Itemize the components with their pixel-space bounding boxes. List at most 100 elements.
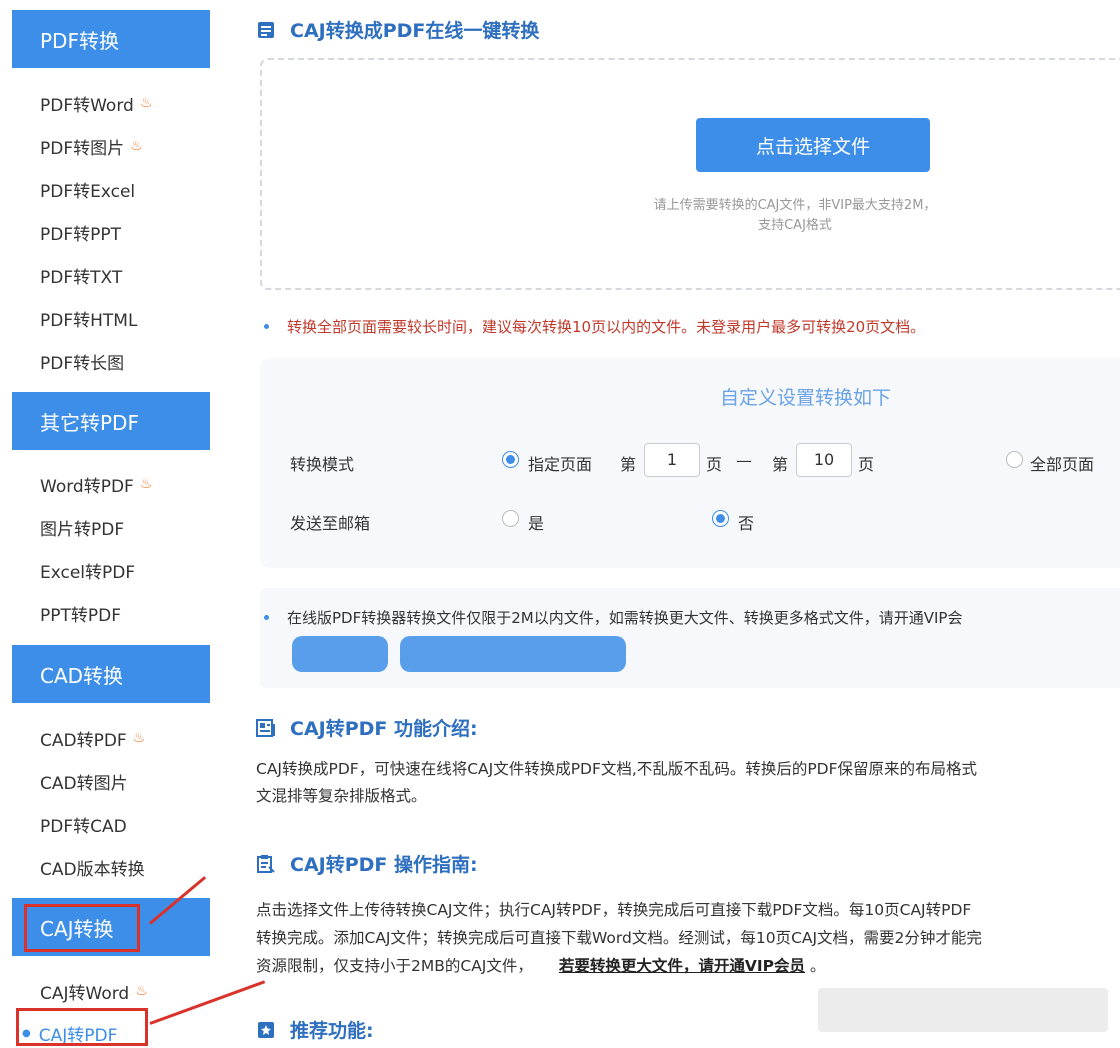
category-label: PDF转换 [40, 28, 119, 53]
sidebar-item-pdf-to-excel[interactable]: PDF转Excel [40, 176, 135, 202]
sidebar-item-ppt-to-pdf[interactable]: PPT转PDF [40, 600, 121, 626]
notice-text: 转换全部页面需要较长时间，建议每次转换10页以内的文件。未登录用户最多可转换20… [287, 318, 926, 336]
sidebar-item-pdf-to-html[interactable]: PDF转HTML [40, 305, 137, 331]
sidebar-item-label: Word转PDF [40, 476, 134, 497]
category-label: CAD转换 [40, 663, 124, 688]
sidebar-item-cad-version[interactable]: CAD版本转换 [40, 854, 145, 880]
category-label: 其它转PDF [40, 410, 139, 435]
fire-icon: ♨ [139, 95, 153, 111]
radio-all-pages[interactable] [1006, 451, 1023, 468]
recommend-title: 推荐功能: [256, 1016, 374, 1043]
sidebar-item-cad-to-image[interactable]: CAD转图片 [40, 768, 128, 794]
select-file-button[interactable]: 点击选择文件 [696, 118, 930, 172]
guide-text-line3: 资源限制，仅支持小于2MB的CAJ文件， 若要转换更大文件，请开通VIP会员 。 [256, 953, 1120, 980]
intro-text-line2: 文混排等复杂排版格式。 [256, 787, 427, 805]
sidebar-item-pdf-to-word[interactable]: PDF转Word ♨ [40, 90, 152, 116]
page-prefix: 第 [772, 455, 789, 474]
fire-icon: ♨ [132, 730, 146, 746]
notice-size-limit: 在线版PDF转换器转换文件仅限于2M以内文件，如需转换更大文件、转换更多格式文件… [264, 607, 962, 628]
page-suffix: 页 [706, 455, 723, 474]
radio-specified-label: 指定页面 [528, 455, 593, 474]
sidebar-item-label: PDF转TXT [40, 267, 123, 288]
sidebar-item-pdf-to-image[interactable]: PDF转图片 ♨ [40, 133, 143, 159]
star-bookmark-icon [256, 1020, 276, 1040]
blurred-area [818, 988, 1108, 1032]
sidebar-item-label: Excel转PDF [40, 562, 136, 583]
sidebar-item-label: PDF转CAD [40, 816, 127, 837]
from-page-input[interactable]: 1 [644, 443, 700, 477]
notice-text: 在线版PDF转换器转换文件仅限于2M以内文件，如需转换更大文件、转换更多格式文件… [287, 609, 963, 627]
sidebar-item-pdf-to-txt[interactable]: PDF转TXT [40, 262, 122, 288]
sidebar-item-label: CAJ转Word [40, 983, 130, 1004]
email-label: 发送至邮箱 [290, 514, 371, 533]
to-page-input[interactable]: 10 [796, 443, 852, 477]
sidebar-item-word-to-pdf[interactable]: Word转PDF ♨ [40, 471, 152, 497]
bullet-icon [264, 615, 269, 620]
sidebar: PDF转换 PDF转Word ♨ PDF转图片 ♨ PDF转Excel PDF转PP… [0, 0, 266, 1048]
notice-page-limit: 转换全部页面需要较长时间，建议每次转换10页以内的文件。未登录用户最多可转换20… [264, 316, 925, 337]
sidebar-item-pdf-to-ppt[interactable]: PDF转PPT [40, 219, 121, 245]
recommend-title-text: 推荐功能: [290, 1020, 374, 1042]
clipboard-icon [256, 854, 276, 874]
annotation-box-caj-category [24, 904, 140, 952]
fire-icon: ♨ [139, 476, 153, 492]
radio-email-yes[interactable] [502, 510, 519, 527]
bullet-icon [264, 324, 269, 329]
settings-title: 自定义设置转换如下 [720, 387, 892, 409]
sidebar-item-image-to-pdf[interactable]: 图片转PDF [40, 514, 124, 540]
sidebar-item-caj-to-word[interactable]: CAJ转Word ♨ [40, 978, 148, 1004]
sidebar-item-label: 图片转PDF [40, 519, 125, 540]
fire-icon: ♨ [135, 983, 148, 999]
range-dash: — [736, 451, 752, 470]
mode-label: 转换模式 [290, 455, 355, 474]
guide-text-line3-start: 资源限制，仅支持小于2MB的CAJ文件， [256, 957, 533, 975]
page-title-text: CAJ转换成PDF在线一键转换 [290, 20, 540, 42]
radio-all-label: 全部页面 [1030, 455, 1095, 474]
category-cad-convert[interactable]: CAD转换 [12, 645, 210, 703]
upload-hint-line2: 支持CAJ格式 [758, 218, 832, 233]
blurred-button[interactable] [400, 636, 626, 672]
sidebar-item-label: PPT转PDF [40, 605, 122, 626]
sidebar-item-label: PDF转PPT [40, 224, 122, 245]
annotation-box-caj-to-pdf [16, 1008, 148, 1046]
intro-text-line1: CAJ转换成PDF，可快速在线将CAJ文件转换成PDF文档,不乱版不乱码。转换后… [256, 760, 978, 778]
select-file-label: 点击选择文件 [755, 135, 870, 158]
intro-title-text: CAJ转PDF 功能介绍: [290, 718, 478, 740]
radio-no-label: 否 [738, 514, 755, 533]
sidebar-item-label: CAD转图片 [40, 773, 128, 794]
guide-tail: 。 [809, 957, 826, 975]
radio-yes-label: 是 [528, 514, 545, 533]
upload-hint-line1: 请上传需要转换的CAJ文件，非VIP最大支持2M， [653, 198, 937, 213]
sidebar-item-pdf-to-cad[interactable]: PDF转CAD [40, 811, 127, 837]
vip-member-link[interactable]: 若要转换更大文件，请开通VIP会员 [559, 957, 805, 975]
category-other-to-pdf[interactable]: 其它转PDF [12, 392, 210, 450]
category-pdf-convert[interactable]: PDF转换 [12, 10, 210, 68]
sidebar-item-label: PDF转Word [40, 95, 134, 116]
page-title: CAJ转换成PDF在线一键转换 [256, 16, 539, 43]
sidebar-item-pdf-to-long-image[interactable]: PDF转长图 [40, 348, 124, 374]
sidebar-item-label: PDF转HTML [40, 310, 138, 331]
sidebar-item-label: CAD版本转换 [40, 859, 145, 880]
radio-specified-pages[interactable] [502, 451, 519, 468]
page-suffix: 页 [858, 455, 875, 474]
guide-text-line1: 点击选择文件上传待转换CAJ文件；执行CAJ转PDF，转换完成后可直接下载PDF… [256, 901, 972, 919]
sidebar-item-label: PDF转图片 [40, 138, 125, 159]
newspaper-icon [256, 718, 276, 738]
document-icon [256, 20, 276, 40]
sidebar-item-label: PDF转Excel [40, 181, 136, 202]
guide-title-text: CAJ转PDF 操作指南: [290, 854, 478, 876]
intro-title: CAJ转PDF 功能介绍: [256, 714, 478, 741]
guide-title: CAJ转PDF 操作指南: [256, 850, 478, 877]
fire-icon: ♨ [130, 138, 143, 154]
guide-text-line2: 转换完成。添加CAJ文件；转换完成后可直接下载Word文档。经测试，每10页CA… [256, 929, 982, 947]
blurred-button[interactable] [292, 636, 388, 672]
sidebar-item-excel-to-pdf[interactable]: Excel转PDF [40, 557, 135, 583]
sidebar-item-cad-to-pdf[interactable]: CAD转PDF ♨ [40, 725, 145, 751]
radio-email-no[interactable] [712, 510, 729, 527]
sidebar-item-label: CAD转PDF [40, 730, 127, 751]
sidebar-item-label: PDF转长图 [40, 353, 125, 374]
page-prefix: 第 [620, 455, 637, 474]
main-content: CAJ转换成PDF在线一键转换 点击选择文件 请上传需要转换的CAJ文件，非VI… [240, 0, 1120, 1048]
upload-dropzone[interactable] [260, 58, 1120, 290]
vip-notice-panel [260, 588, 1120, 688]
